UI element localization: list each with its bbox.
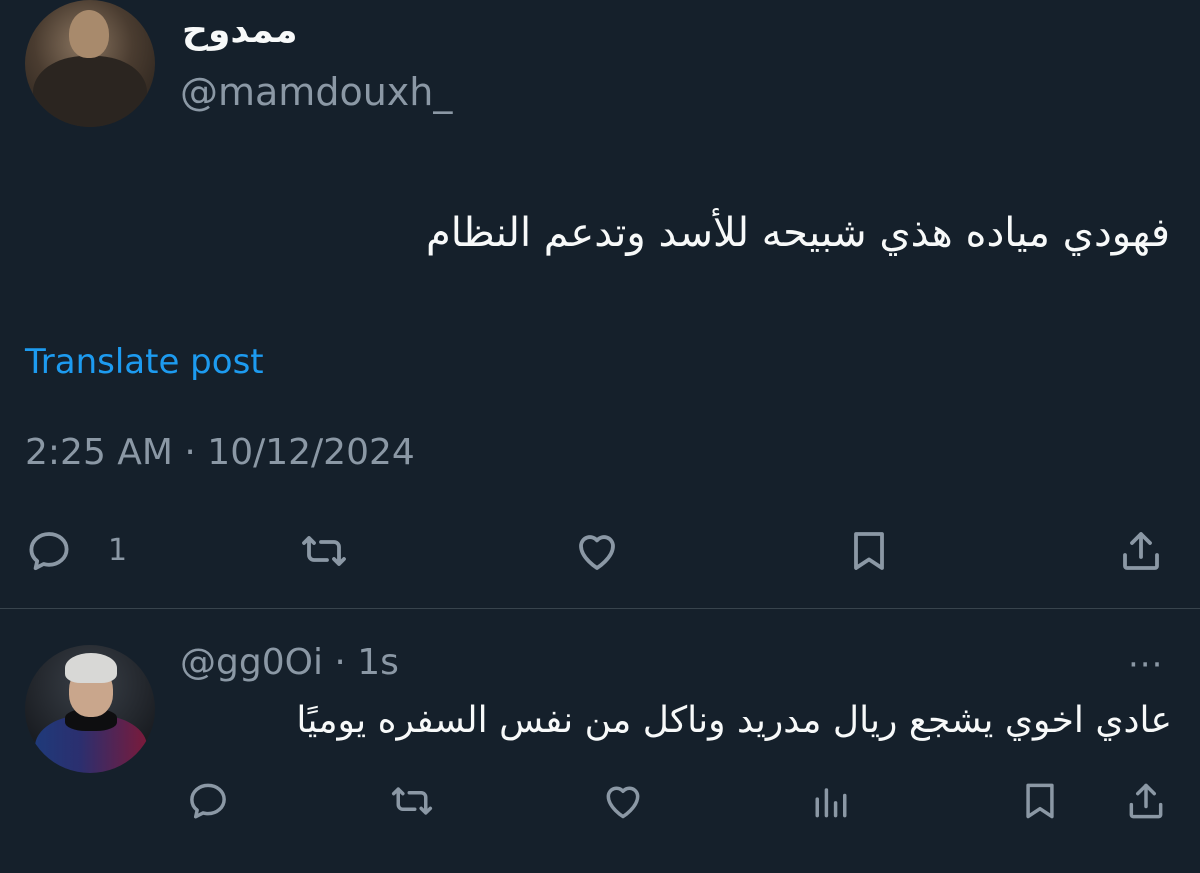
- reply-reply-button[interactable]: [186, 779, 230, 823]
- author-avatar[interactable]: [25, 0, 155, 127]
- post-timestamp[interactable]: 2:25 AM · 10/12/2024: [25, 432, 415, 473]
- repost-icon: [302, 536, 346, 566]
- repost-button[interactable]: [300, 527, 348, 575]
- reply-bookmark-button[interactable]: [1018, 779, 1062, 823]
- share-button[interactable]: [1117, 527, 1165, 575]
- more-options-icon[interactable]: ···: [1128, 645, 1163, 685]
- avatar-face-shape: [69, 10, 109, 58]
- reply-icon: [29, 532, 69, 571]
- bookmark-button[interactable]: [845, 527, 893, 575]
- reply-author-avatar[interactable]: [25, 645, 155, 773]
- like-button[interactable]: [573, 527, 621, 575]
- reply-like-button[interactable]: [601, 779, 645, 823]
- reply-share-button[interactable]: [1124, 779, 1168, 823]
- avatar-body-shape: [33, 56, 147, 127]
- bookmark-icon: [1026, 783, 1054, 819]
- post-text: فهودي مياده هذي شبيحه للأسد وتدعم النظام: [425, 210, 1170, 256]
- reply-handle-and-time[interactable]: @gg0Oi · 1s: [180, 642, 399, 683]
- reply-button[interactable]: [25, 527, 73, 575]
- bookmark-icon: [854, 532, 884, 570]
- reply-icon: [190, 783, 226, 819]
- divider: [0, 608, 1200, 609]
- repost-icon: [391, 787, 433, 815]
- share-icon: [1129, 783, 1163, 819]
- like-icon: [579, 535, 615, 570]
- reply-text: عادي اخوي يشجع ريال مدريد وناكل من نفس ا…: [296, 700, 1172, 741]
- like-icon: [606, 786, 640, 819]
- reply-count: 1: [108, 533, 128, 568]
- reply-views-button[interactable]: [809, 779, 853, 823]
- author-handle[interactable]: @mamdouxh_: [180, 70, 452, 114]
- author-display-name[interactable]: ممدوح: [182, 10, 298, 51]
- avatar-hair-shape: [65, 653, 117, 683]
- reply-repost-button[interactable]: [390, 779, 434, 823]
- share-icon: [1123, 532, 1159, 570]
- views-icon: [815, 788, 847, 818]
- translate-post-link[interactable]: Translate post: [25, 342, 264, 382]
